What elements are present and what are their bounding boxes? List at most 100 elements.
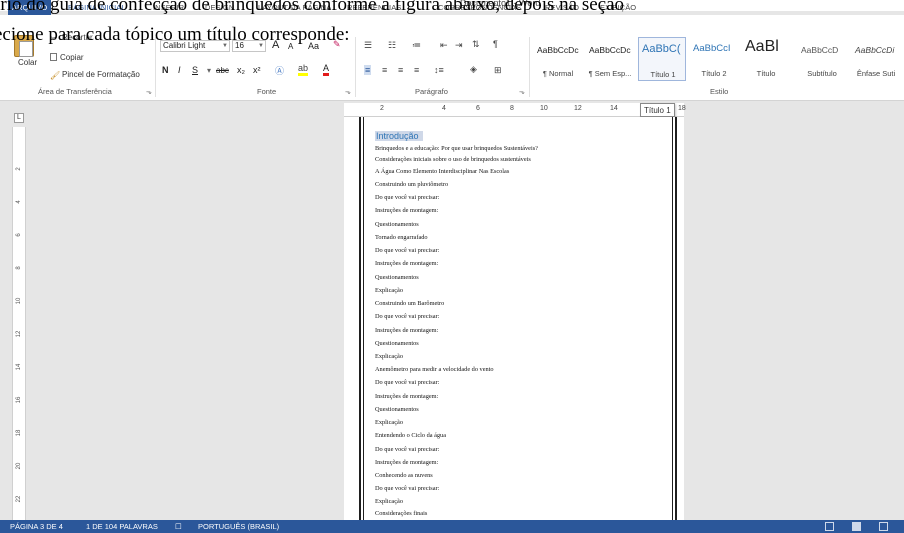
ruler-number: 16: [16, 396, 22, 404]
ruler-number: 4: [442, 105, 446, 112]
tab-exibicao[interactable]: EXIBIÇÃO: [600, 0, 636, 15]
chevron-down-icon[interactable]: ▾: [207, 66, 211, 75]
style-titulo-2[interactable]: AaBbCcI Título 2: [690, 37, 738, 81]
format-painter-button[interactable]: 🖌 Pincel de Formatação: [50, 70, 140, 80]
font-color-icon[interactable]: A: [323, 64, 330, 76]
document-line[interactable]: Instruções de montagem:: [375, 459, 438, 466]
tab-correspondencias[interactable]: CORRESPONDÊNCIAS: [438, 0, 521, 15]
document-line[interactable]: Considerações iniciais sobre o uso de br…: [375, 156, 531, 163]
justify-icon[interactable]: ≡: [414, 65, 419, 75]
print-layout-icon[interactable]: [852, 522, 861, 531]
clear-format-icon[interactable]: ✎: [333, 39, 341, 50]
borders-icon[interactable]: ⊞: [494, 65, 502, 76]
superscript-button[interactable]: x²: [253, 65, 261, 75]
document-line[interactable]: Explicação: [375, 353, 403, 360]
document-line[interactable]: Questionamentos: [375, 221, 419, 228]
document-line[interactable]: Do que você vai precisar:: [375, 194, 439, 201]
font-family-select[interactable]: Calibri Light ▼: [160, 40, 230, 52]
page-count[interactable]: PÁGINA 3 DE 4: [10, 520, 63, 533]
decrease-indent-icon[interactable]: ⇤: [440, 40, 448, 51]
horizontal-ruler[interactable]: 2 4 6 8 10 12 14 18: [344, 103, 686, 117]
copy-button[interactable]: Copiar: [50, 53, 84, 62]
shading-icon[interactable]: ◈: [470, 64, 477, 75]
tab-revisao[interactable]: REVISÃO: [545, 0, 579, 15]
font-group-label: Fonte: [257, 87, 277, 96]
language-indicator[interactable]: PORTUGUÊS (BRASIL): [198, 520, 279, 533]
document-line[interactable]: Questionamentos: [375, 406, 419, 413]
document-line[interactable]: Conhecendo as nuvens: [375, 472, 433, 479]
document-line[interactable]: Anemômetro para medir a velocidade do ve…: [375, 366, 494, 373]
tab-selector-button[interactable]: L: [14, 113, 24, 123]
heading-introducao[interactable]: Introdução: [375, 131, 423, 141]
tab-layout[interactable]: LAYOUT DA PÁGINA: [258, 0, 331, 15]
document-line[interactable]: Instruções de montagem:: [375, 393, 438, 400]
document-line[interactable]: Explicação: [375, 287, 403, 294]
style-subtitulo[interactable]: AaBbCcD Subtítulo: [798, 37, 846, 81]
font-size-select[interactable]: 16 ▼: [232, 40, 266, 52]
word-count[interactable]: 1 DE 104 PALAVRAS: [86, 520, 158, 533]
clipboard-launcher-icon[interactable]: ⬎: [146, 88, 152, 96]
tab-design[interactable]: DESIGN: [205, 0, 234, 15]
document-line[interactable]: Tornado engarrafado: [375, 234, 428, 241]
document-line[interactable]: A Água Como Elemento Interdisciplinar Na…: [375, 168, 509, 175]
style-normal[interactable]: AaBbCcDc ¶ Normal: [534, 37, 582, 81]
document-line[interactable]: Questionamentos: [375, 340, 419, 347]
read-mode-icon[interactable]: [825, 522, 834, 531]
cut-button[interactable]: ✂ Recortar: [50, 33, 93, 43]
style-titulo-1[interactable]: AaBbC( Título 1: [638, 37, 686, 81]
document-line[interactable]: Instruções de montagem:: [375, 207, 438, 214]
italic-button[interactable]: I: [178, 65, 181, 75]
text-effects-icon[interactable]: Ⓐ: [275, 64, 284, 77]
document-line[interactable]: Do que você vai precisar:: [375, 247, 439, 254]
document-line[interactable]: Considerações finais: [375, 510, 427, 517]
multilevel-list-icon[interactable]: ≔: [412, 40, 421, 51]
style-sem-espacamento[interactable]: AaBbCcDc ¶ Sem Esp...: [586, 37, 634, 81]
bold-button[interactable]: N: [162, 65, 169, 75]
grow-font-button[interactable]: A: [272, 39, 279, 51]
align-center-icon[interactable]: ≡: [382, 65, 387, 75]
web-layout-icon[interactable]: [879, 522, 888, 531]
strikethrough-button[interactable]: abc: [216, 66, 229, 75]
change-case-button[interactable]: Aa: [308, 41, 319, 51]
document-line[interactable]: Do que você vai precisar:: [375, 313, 439, 320]
bullets-icon[interactable]: ☰: [364, 40, 372, 51]
document-line[interactable]: Construindo um pluviômetro: [375, 181, 448, 188]
tab-pagina-inicial[interactable]: PÁGINA INICIAL: [68, 0, 126, 15]
paste-button[interactable]: Colar: [18, 58, 37, 67]
document-line[interactable]: Questionamentos: [375, 274, 419, 281]
style-enfase-sutil[interactable]: AaBbCcDi Ênfase Suti: [852, 37, 904, 81]
tab-inserir[interactable]: INSERIR: [153, 0, 184, 15]
document-line[interactable]: Do que você vai precisar:: [375, 379, 439, 386]
document-line[interactable]: Brinquedos e a educação: Por que usar br…: [375, 145, 538, 152]
align-right-icon[interactable]: ≡: [398, 65, 403, 75]
sort-icon[interactable]: ⇅: [472, 39, 480, 50]
document-line[interactable]: Construindo um Barômetro: [375, 300, 444, 307]
document-line[interactable]: Do que você vai precisar:: [375, 485, 439, 492]
tab-referencias[interactable]: REFERÊNCIAS: [347, 0, 401, 15]
paragraph-launcher-icon[interactable]: ⬎: [519, 88, 525, 96]
paste-icon[interactable]: [14, 35, 34, 57]
style-titulo[interactable]: AaBl Título: [742, 37, 790, 81]
document-line[interactable]: Explicação: [375, 419, 403, 426]
numbering-icon[interactable]: ☷: [388, 40, 396, 51]
increase-indent-icon[interactable]: ⇥: [455, 40, 463, 51]
document-line[interactable]: Entendendo o Ciclo da água: [375, 432, 446, 439]
document-page[interactable]: Introdução Brinquedos e a educação: Por …: [344, 117, 684, 520]
document-line[interactable]: Do que você vai precisar:: [375, 446, 439, 453]
line-spacing-icon[interactable]: ↕≡: [434, 65, 444, 75]
subscript-button[interactable]: x₂: [237, 65, 245, 75]
highlight-icon[interactable]: ab: [298, 64, 309, 76]
document-line[interactable]: Instruções de montagem:: [375, 327, 438, 334]
divider: [529, 37, 530, 97]
show-marks-button[interactable]: ¶: [493, 39, 498, 49]
align-left-icon[interactable]: ≡: [364, 65, 372, 75]
proofing-icon[interactable]: ☐: [175, 520, 182, 533]
scissors-icon: ✂: [50, 34, 57, 43]
document-line[interactable]: Instruções de montagem:: [375, 260, 438, 267]
font-launcher-icon[interactable]: ⬎: [345, 88, 351, 96]
underline-button[interactable]: S: [192, 65, 198, 75]
shrink-font-button[interactable]: A: [288, 42, 293, 51]
tab-arquivo[interactable]: ARQUIVO: [8, 0, 52, 15]
document-line[interactable]: Explicação: [375, 498, 403, 505]
ruler-number: 6: [16, 233, 22, 237]
